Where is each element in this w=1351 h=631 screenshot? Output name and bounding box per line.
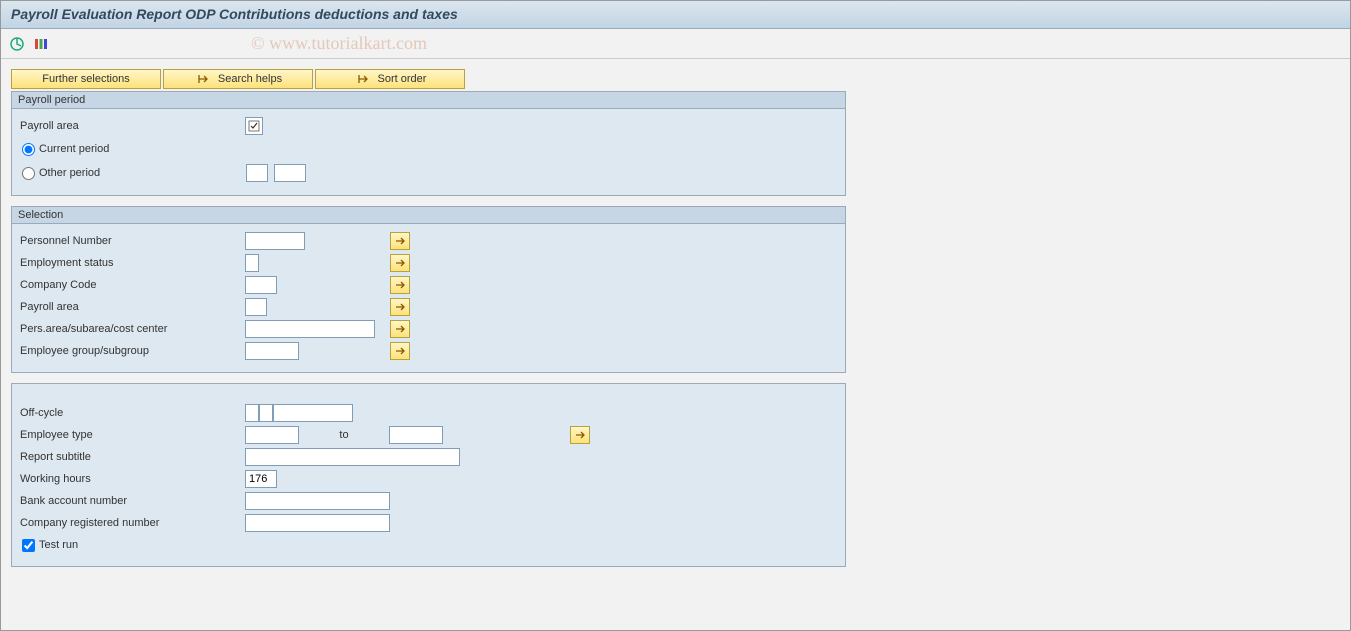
button-row: Further selections Search helps Sort ord…	[11, 69, 1340, 89]
report-subtitle-input[interactable]	[245, 448, 460, 466]
employee-type-label: Employee type	[20, 429, 245, 441]
company-code-input[interactable]	[245, 276, 277, 294]
title-bar: Payroll Evaluation Report ODP Contributi…	[1, 1, 1350, 29]
working-hours-input[interactable]	[245, 470, 277, 488]
personnel-number-input[interactable]	[245, 232, 305, 250]
toolbar	[1, 29, 1350, 59]
current-period-radio[interactable]	[22, 143, 35, 156]
group-selection: Selection Personnel Number Employment st…	[11, 206, 846, 373]
button-label: Further selections	[42, 73, 129, 85]
personnel-number-multisel-button[interactable]	[390, 232, 410, 250]
company-registered-input[interactable]	[245, 514, 390, 532]
test-run-checkbox[interactable]	[22, 539, 35, 552]
employee-group-input[interactable]	[245, 342, 299, 360]
group-payroll-period: Payroll period Payroll area Current peri…	[11, 91, 846, 196]
bank-account-input[interactable]	[245, 492, 390, 510]
working-hours-label: Working hours	[20, 473, 245, 485]
search-helps-button[interactable]: Search helps	[163, 69, 313, 89]
button-label: Sort order	[378, 73, 427, 85]
other-period-input-1[interactable]	[246, 164, 268, 182]
payroll-area-label: Payroll area	[20, 301, 245, 313]
test-run-label: Test run	[39, 539, 78, 551]
personnel-number-label: Personnel Number	[20, 235, 245, 247]
content-area: Further selections Search helps Sort ord…	[1, 59, 1350, 587]
other-period-radio[interactable]	[22, 167, 35, 180]
payroll-area-search-help[interactable]	[245, 117, 263, 135]
report-subtitle-label: Report subtitle	[20, 451, 245, 463]
bank-account-label: Bank account number	[20, 495, 245, 507]
current-period-label: Current period	[39, 143, 109, 155]
to-label: to	[299, 429, 389, 441]
group-title: Payroll period	[12, 92, 845, 109]
employee-type-to-input[interactable]	[389, 426, 443, 444]
company-code-label: Company Code	[20, 279, 245, 291]
company-registered-label: Company registered number	[20, 517, 245, 529]
arrow-right-icon	[194, 74, 212, 84]
payroll-area-multisel-button[interactable]	[390, 298, 410, 316]
employee-group-label: Employee group/subgroup	[20, 345, 245, 357]
pers-area-label: Pers.area/subarea/cost center	[20, 323, 245, 335]
off-cycle-input-1[interactable]	[245, 404, 259, 422]
off-cycle-input-3[interactable]	[273, 404, 353, 422]
further-selections-button[interactable]: Further selections	[11, 69, 161, 89]
page-title: Payroll Evaluation Report ODP Contributi…	[11, 6, 458, 22]
pers-area-multisel-button[interactable]	[390, 320, 410, 338]
employee-type-from-input[interactable]	[245, 426, 299, 444]
employment-status-label: Employment status	[20, 257, 245, 269]
other-period-input-2[interactable]	[274, 164, 306, 182]
pers-area-input[interactable]	[245, 320, 375, 338]
employee-type-multisel-button[interactable]	[570, 426, 590, 444]
other-period-label: Other period	[39, 167, 244, 179]
execute-icon[interactable]	[9, 36, 25, 52]
group-additional: Off-cycle Employee type to Report subtit…	[11, 383, 846, 567]
button-label: Search helps	[218, 73, 282, 85]
company-code-multisel-button[interactable]	[390, 276, 410, 294]
off-cycle-input-2[interactable]	[259, 404, 273, 422]
employment-status-input[interactable]	[245, 254, 259, 272]
off-cycle-label: Off-cycle	[20, 407, 245, 419]
employee-group-multisel-button[interactable]	[390, 342, 410, 360]
app-window: Payroll Evaluation Report ODP Contributi…	[0, 0, 1351, 631]
payroll-area-input[interactable]	[245, 298, 267, 316]
sort-order-button[interactable]: Sort order	[315, 69, 465, 89]
arrow-right-icon	[354, 74, 372, 84]
payroll-area-label: Payroll area	[20, 120, 245, 132]
employment-status-multisel-button[interactable]	[390, 254, 410, 272]
variant-icon[interactable]	[33, 36, 49, 52]
group-title: Selection	[12, 207, 845, 224]
